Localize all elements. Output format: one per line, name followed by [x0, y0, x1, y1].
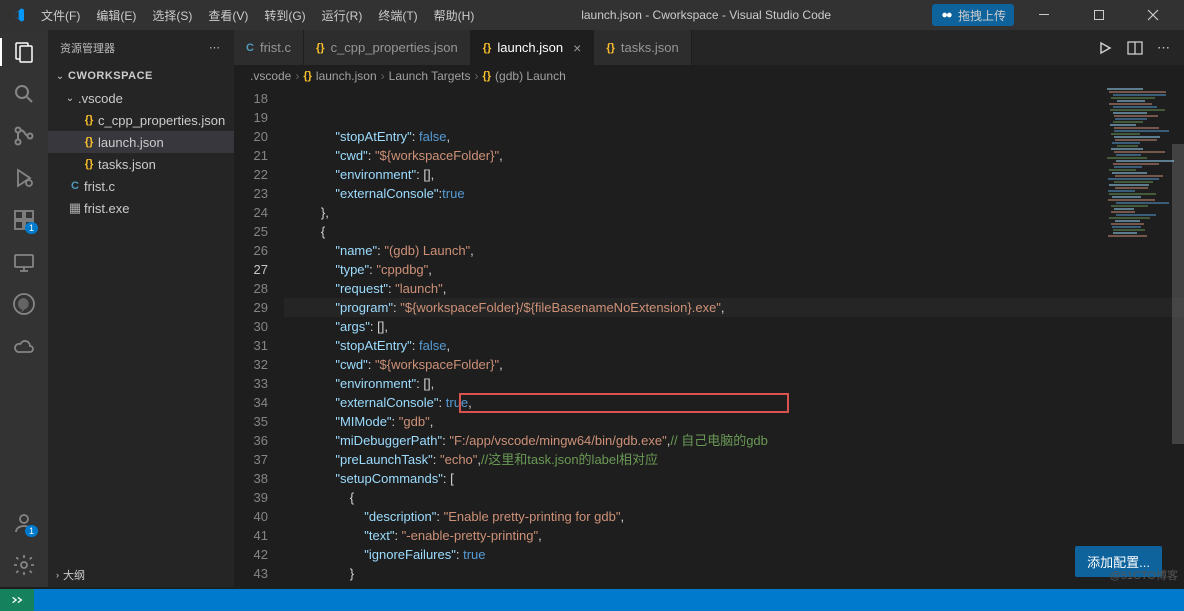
window-title: launch.json - Cworkspace - Visual Studio… — [480, 8, 932, 22]
tab-launch-json[interactable]: {}launch.json× — [471, 30, 595, 65]
file-tree: ⌄CWORKSPACE ⌄.vscode {}c_cpp_properties.… — [48, 65, 234, 219]
code-editor[interactable]: 1819202122232425262728293031323334353637… — [234, 87, 1184, 587]
upload-button[interactable]: 拖拽上传 — [932, 4, 1014, 26]
remote-explorer-icon[interactable] — [12, 250, 36, 274]
breadcrumb[interactable]: .vscode› {}launch.json› Launch Targets› … — [234, 65, 1184, 87]
json-icon: {} — [80, 114, 98, 126]
close-icon[interactable]: × — [573, 40, 581, 56]
code-content[interactable]: "stopAtEntry": false, "cwd": "${workspac… — [284, 87, 1184, 587]
editor: Cfrist.c {}c_cpp_properties.json {}launc… — [234, 30, 1184, 587]
c-file-icon: C — [246, 42, 254, 54]
more-actions-icon[interactable]: ⋯ — [209, 41, 222, 54]
json-icon: {} — [80, 136, 98, 148]
json-icon: {} — [483, 42, 492, 54]
titlebar: 文件(F)编辑(E)选择(S)查看(V)转到(G)运行(R)终端(T)帮助(H)… — [0, 0, 1184, 30]
remote-indicator-icon[interactable] — [0, 589, 34, 611]
file-frist-exe[interactable]: ▦frist.exe — [48, 197, 234, 219]
tab-tasks-json[interactable]: {}tasks.json — [594, 30, 691, 65]
menu-item[interactable]: 转到(G) — [258, 3, 311, 28]
exe-file-icon: ▦ — [66, 200, 84, 216]
tab-cpp-properties[interactable]: {}c_cpp_properties.json — [304, 30, 471, 65]
tab-frist-c[interactable]: Cfrist.c — [234, 30, 304, 65]
menu-item[interactable]: 查看(V) — [202, 3, 254, 28]
line-gutter: 1819202122232425262728293031323334353637… — [234, 87, 284, 587]
sidebar-title: 资源管理器 — [60, 40, 115, 56]
window-maximize-icon[interactable] — [1076, 0, 1122, 30]
github-icon[interactable] — [12, 292, 36, 316]
run-icon[interactable] — [1097, 40, 1113, 56]
menu-bar: 文件(F)编辑(E)选择(S)查看(V)转到(G)运行(R)终端(T)帮助(H) — [35, 3, 480, 28]
active-indicator — [0, 38, 2, 66]
vscode-logo-icon — [0, 7, 35, 23]
file-launch-json[interactable]: {}launch.json — [48, 131, 234, 153]
watermark: @51CTO博客 — [1110, 567, 1178, 583]
sidebar-header: 资源管理器 ⋯ — [48, 30, 234, 65]
window-close-icon[interactable] — [1130, 0, 1176, 30]
sidebar: 资源管理器 ⋯ ⌄CWORKSPACE ⌄.vscode {}c_cpp_pro… — [48, 30, 234, 587]
c-file-icon: C — [66, 180, 84, 192]
folder-vscode[interactable]: ⌄.vscode — [48, 87, 234, 109]
json-icon: {} — [80, 158, 98, 170]
menu-item[interactable]: 文件(F) — [35, 3, 86, 28]
file-tasks-json[interactable]: {}tasks.json — [48, 153, 234, 175]
json-icon: {} — [303, 70, 312, 82]
json-icon: {} — [482, 70, 491, 82]
scrollbar[interactable] — [1172, 144, 1184, 587]
file-frist-c[interactable]: Cfrist.c — [48, 175, 234, 197]
activity-bar: 1 1 — [0, 30, 48, 587]
menu-item[interactable]: 选择(S) — [146, 3, 198, 28]
cloud-sync-icon[interactable] — [12, 334, 36, 358]
json-icon: {} — [316, 42, 325, 54]
window-minimize-icon[interactable] — [1022, 0, 1068, 30]
workspace-root[interactable]: ⌄CWORKSPACE — [48, 65, 234, 87]
source-control-icon[interactable] — [12, 124, 36, 148]
upload-label: 拖拽上传 — [958, 7, 1006, 24]
more-icon[interactable]: ⋯ — [1157, 40, 1170, 56]
extensions-icon[interactable]: 1 — [12, 208, 36, 232]
statusbar — [0, 589, 1184, 611]
accounts-icon[interactable]: 1 — [12, 511, 36, 535]
explorer-icon[interactable] — [12, 40, 36, 64]
minimap[interactable] — [1102, 88, 1172, 268]
json-icon: {} — [606, 42, 615, 54]
menu-item[interactable]: 编辑(E) — [90, 3, 142, 28]
run-debug-icon[interactable] — [12, 166, 36, 190]
outline-section[interactable]: ›大纲 — [48, 563, 93, 587]
editor-tabs: Cfrist.c {}c_cpp_properties.json {}launc… — [234, 30, 1184, 65]
menu-item[interactable]: 帮助(H) — [428, 3, 481, 28]
menu-item[interactable]: 终端(T) — [372, 3, 423, 28]
menu-item[interactable]: 运行(R) — [316, 3, 369, 28]
split-editor-icon[interactable] — [1127, 40, 1143, 56]
file-cpp-properties[interactable]: {}c_cpp_properties.json — [48, 109, 234, 131]
settings-gear-icon[interactable] — [12, 553, 36, 577]
search-icon[interactable] — [12, 82, 36, 106]
